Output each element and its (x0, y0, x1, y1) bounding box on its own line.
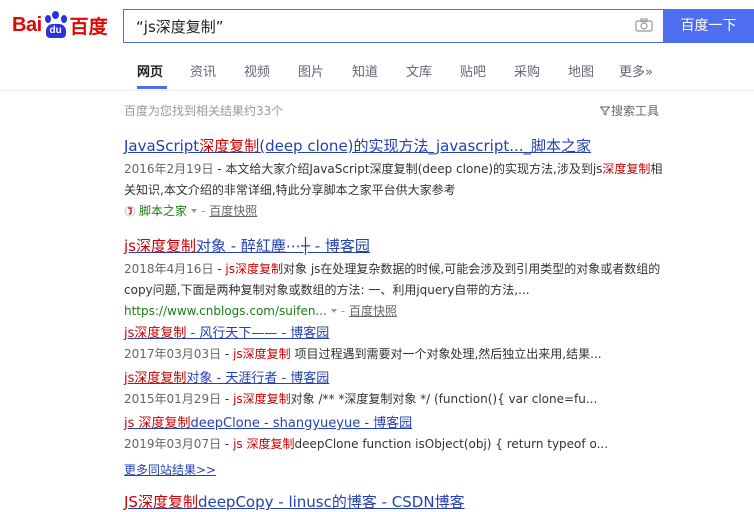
sub-result: js深度复制 - 风行天下—— - 博客园 2017年03月03日 - js深度… (124, 324, 602, 364)
search-button[interactable]: 百度一下 (663, 9, 754, 43)
search-tools-button[interactable]: 搜索工具 (599, 102, 660, 119)
header: Bai du 百度 百度一下 (0, 0, 754, 52)
tab-news[interactable]: 资讯 (190, 61, 216, 80)
sub-result: js 深度复制deepClone - shangyueyue - 博客园 201… (124, 414, 608, 454)
sub-result-title-link[interactable]: js深度复制 - 风行天下—— - 博客园 (124, 324, 602, 344)
tab-images[interactable]: 图片 (298, 61, 324, 80)
more-same-site-link[interactable]: 更多同站结果>> (124, 463, 216, 477)
search-input[interactable] (134, 10, 618, 44)
camera-icon[interactable] (635, 18, 653, 32)
source-url[interactable]: https://www.cnblogs.com/suifen... (124, 304, 327, 318)
search-result: JavaScript深度复制(deep clone)的实现方法_javascri… (124, 136, 669, 221)
active-tab-indicator (137, 86, 167, 89)
result-title-link[interactable]: JavaScript深度复制(deep clone)的实现方法_javascri… (124, 136, 669, 156)
result-abstract: 2016年2月19日 - 本文给大家介绍JavaScript深度复制(deep … (124, 162, 663, 197)
search-tools-label: 搜索工具 (611, 104, 660, 118)
tab-caigou[interactable]: 采购 (514, 61, 540, 80)
result-count: 百度为您找到相关结果约33个 (124, 104, 284, 118)
tab-wenku[interactable]: 文库 (406, 61, 432, 80)
caret-down-icon[interactable] (191, 209, 198, 213)
search-tabs: 网页 资讯 视频 图片 知道 文库 贴吧 采购 地图 更多» (0, 52, 754, 91)
baidu-logo[interactable]: Bai du 百度 (12, 8, 108, 42)
sub-result-abstract: 2017年03月03日 - js深度复制 项目过程遇到需要对一个对象处理,然后独… (124, 347, 602, 361)
sub-result-abstract: 2015年01月29日 - js深度复制对象 /** *深度复制对象 */ (f… (124, 392, 598, 406)
logo-bai-text: Bai (12, 13, 42, 36)
result-title-link[interactable]: JS深度复制deepCopy - linusc的博客 - CSDN博客 (124, 492, 465, 512)
logo-du-text: du (45, 24, 66, 38)
tab-map[interactable]: 地图 (568, 61, 594, 80)
result-source: 脚本之家 - 百度快照 (124, 201, 669, 221)
logo-cn-text: 百度 (69, 15, 108, 38)
tab-video[interactable]: 视频 (244, 61, 270, 80)
tab-tieba[interactable]: 贴吧 (460, 61, 486, 80)
jb51-favicon-icon (124, 205, 136, 217)
search-result: js深度复制对象 - 醉紅塵⋯┼ - 博客园 2018年4月16日 - js深度… (124, 236, 669, 321)
result-source: https://www.cnblogs.com/suifen... - 百度快照 (124, 304, 398, 318)
kuaizhao-link[interactable]: 百度快照 (349, 304, 397, 318)
more-results: 更多同站结果>> (124, 459, 216, 478)
tab-more[interactable]: 更多» (619, 61, 653, 80)
result-title-link[interactable]: js深度复制对象 - 醉紅塵⋯┼ - 博客园 (124, 236, 669, 256)
tab-web[interactable]: 网页 (137, 61, 163, 80)
sub-result-title-link[interactable]: js深度复制对象 - 天涯行者 - 博客园 (124, 369, 597, 389)
tab-zhidao[interactable]: 知道 (352, 61, 378, 80)
search-result: JS深度复制deepCopy - linusc的博客 - CSDN博客 (124, 492, 465, 512)
sub-result-title-link[interactable]: js 深度复制deepClone - shangyueyue - 博客园 (124, 414, 608, 434)
source-name[interactable]: 脚本之家 (139, 204, 187, 218)
sub-result-abstract: 2019年03月07日 - js 深度复制deepClone function … (124, 437, 609, 451)
result-abstract: 2018年4月16日 - js深度复制对象 js在处理复杂数据的时候,可能会涉及… (124, 262, 661, 297)
kuaizhao-link[interactable]: 百度快照 (209, 204, 257, 218)
search-box (123, 9, 663, 44)
caret-down-icon[interactable] (330, 309, 337, 313)
filter-icon (599, 106, 611, 116)
sub-result: js深度复制对象 - 天涯行者 - 博客园 2015年01月29日 - js深度… (124, 369, 597, 409)
paw-icon: du (43, 11, 69, 39)
